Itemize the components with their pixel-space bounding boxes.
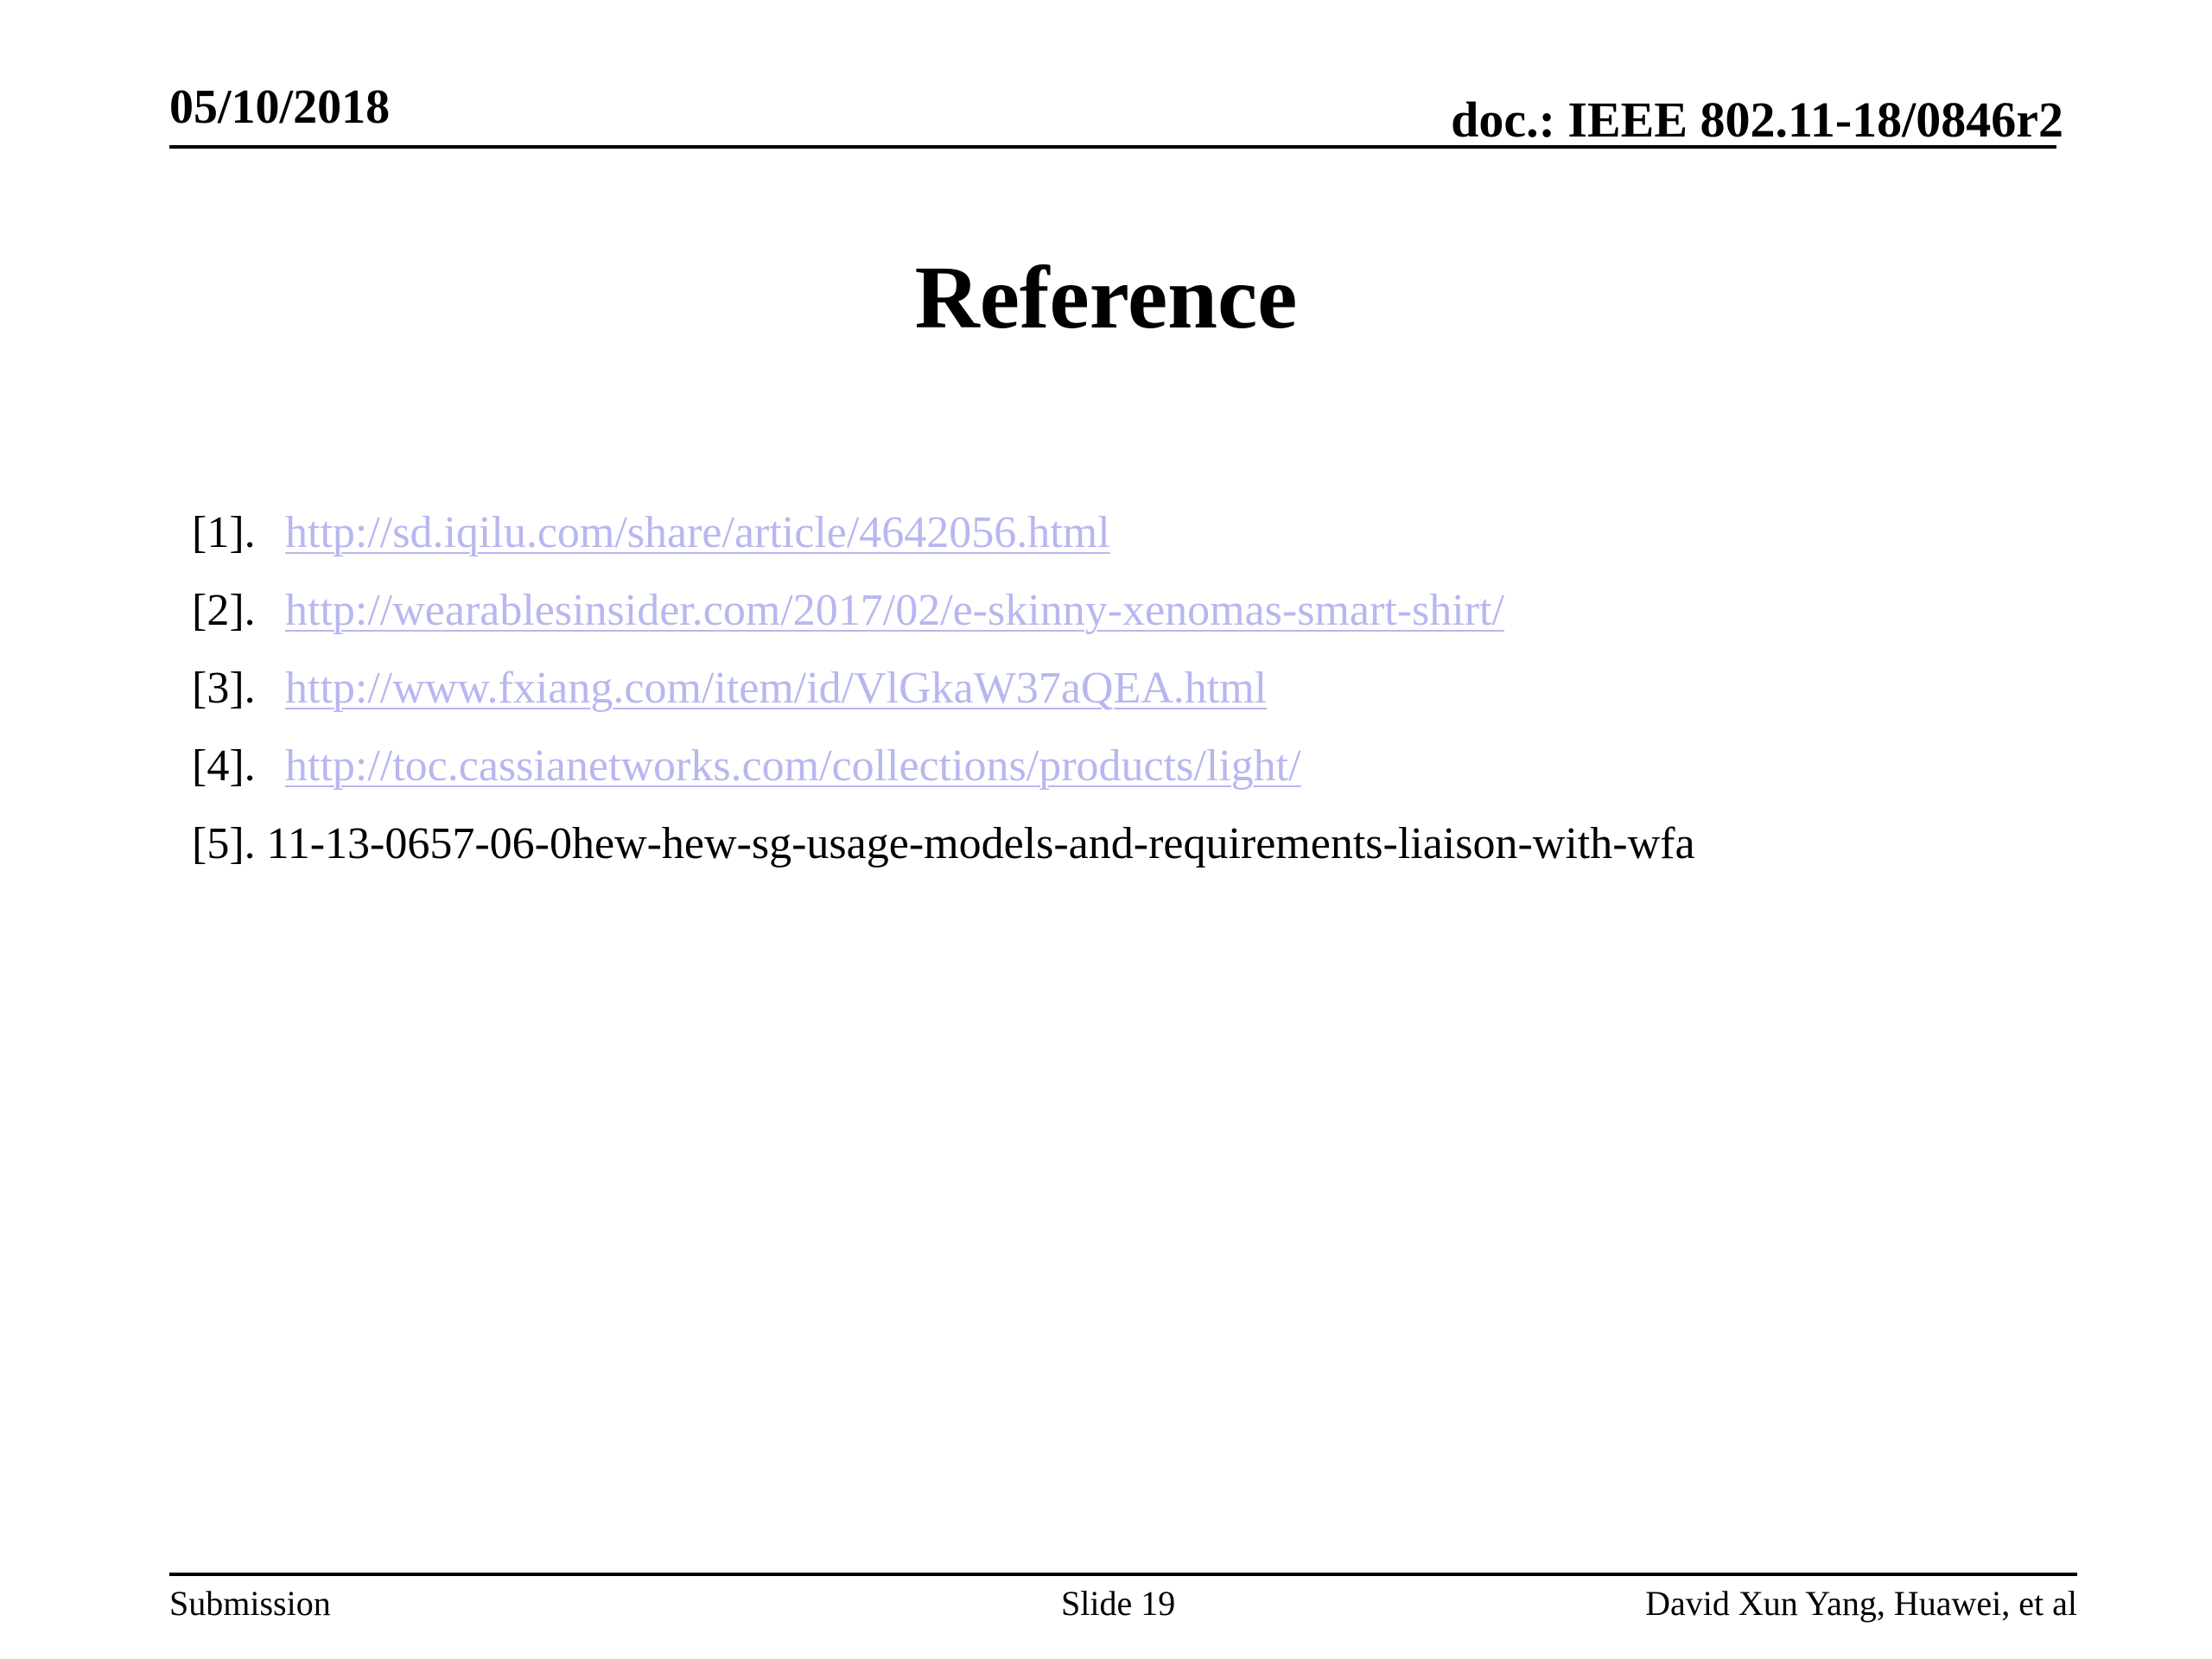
footer-author: David Xun Yang, Huawei, et al [1645, 1584, 2077, 1623]
reference-link[interactable]: http://www.fxiang.com/item/id/VlGkaW37aQ… [285, 664, 1267, 713]
reference-item-2: [2]. http://wearablesinsider.com/2017/02/… [192, 572, 1695, 650]
footer-slide-number: Slide 19 [1061, 1584, 1176, 1623]
reference-link[interactable]: http://toc.cassianetworks.com/collection… [285, 741, 1301, 791]
reference-link[interactable]: http://sd.iqilu.com/share/article/464205… [285, 508, 1110, 557]
reference-item-5: [5]. 11-13-0657-06-0hew-hew-sg-usage-mod… [192, 805, 1695, 883]
reference-item-3: [3]. http://www.fxiang.com/item/id/VlGkaW… [192, 650, 1695, 728]
footer-divider [169, 1573, 2077, 1576]
reference-number: [1]. [192, 508, 256, 557]
reference-link[interactable]: http://wearablesinsider.com/2017/02/e-sk… [285, 586, 1504, 635]
slide-title: Reference [914, 248, 1298, 347]
reference-number: [4]. [192, 741, 256, 791]
reference-item-1: [1]. http://sd.iqilu.com/share/article/46… [192, 494, 1695, 572]
reference-list: [1]. http://sd.iqilu.com/share/article/46… [192, 494, 1695, 883]
reference-number: [5]. [192, 819, 256, 868]
reference-item-4: [4]. http://toc.cassianetworks.com/collec… [192, 728, 1695, 805]
reference-number: [3]. [192, 664, 256, 713]
footer-submission: Submission [169, 1584, 331, 1623]
reference-number: [2]. [192, 586, 256, 635]
slide: 05/10/2018 doc.: IEEE 802.11-18/0846r2 R… [0, 0, 2212, 1659]
reference-text: 11-13-0657-06-0hew-hew-sg-usage-models-a… [266, 819, 1695, 868]
header-divider [169, 145, 2056, 149]
header-doc-id: doc.: IEEE 802.11-18/0846r2 [1451, 92, 2063, 148]
header-date: 05/10/2018 [169, 80, 391, 134]
